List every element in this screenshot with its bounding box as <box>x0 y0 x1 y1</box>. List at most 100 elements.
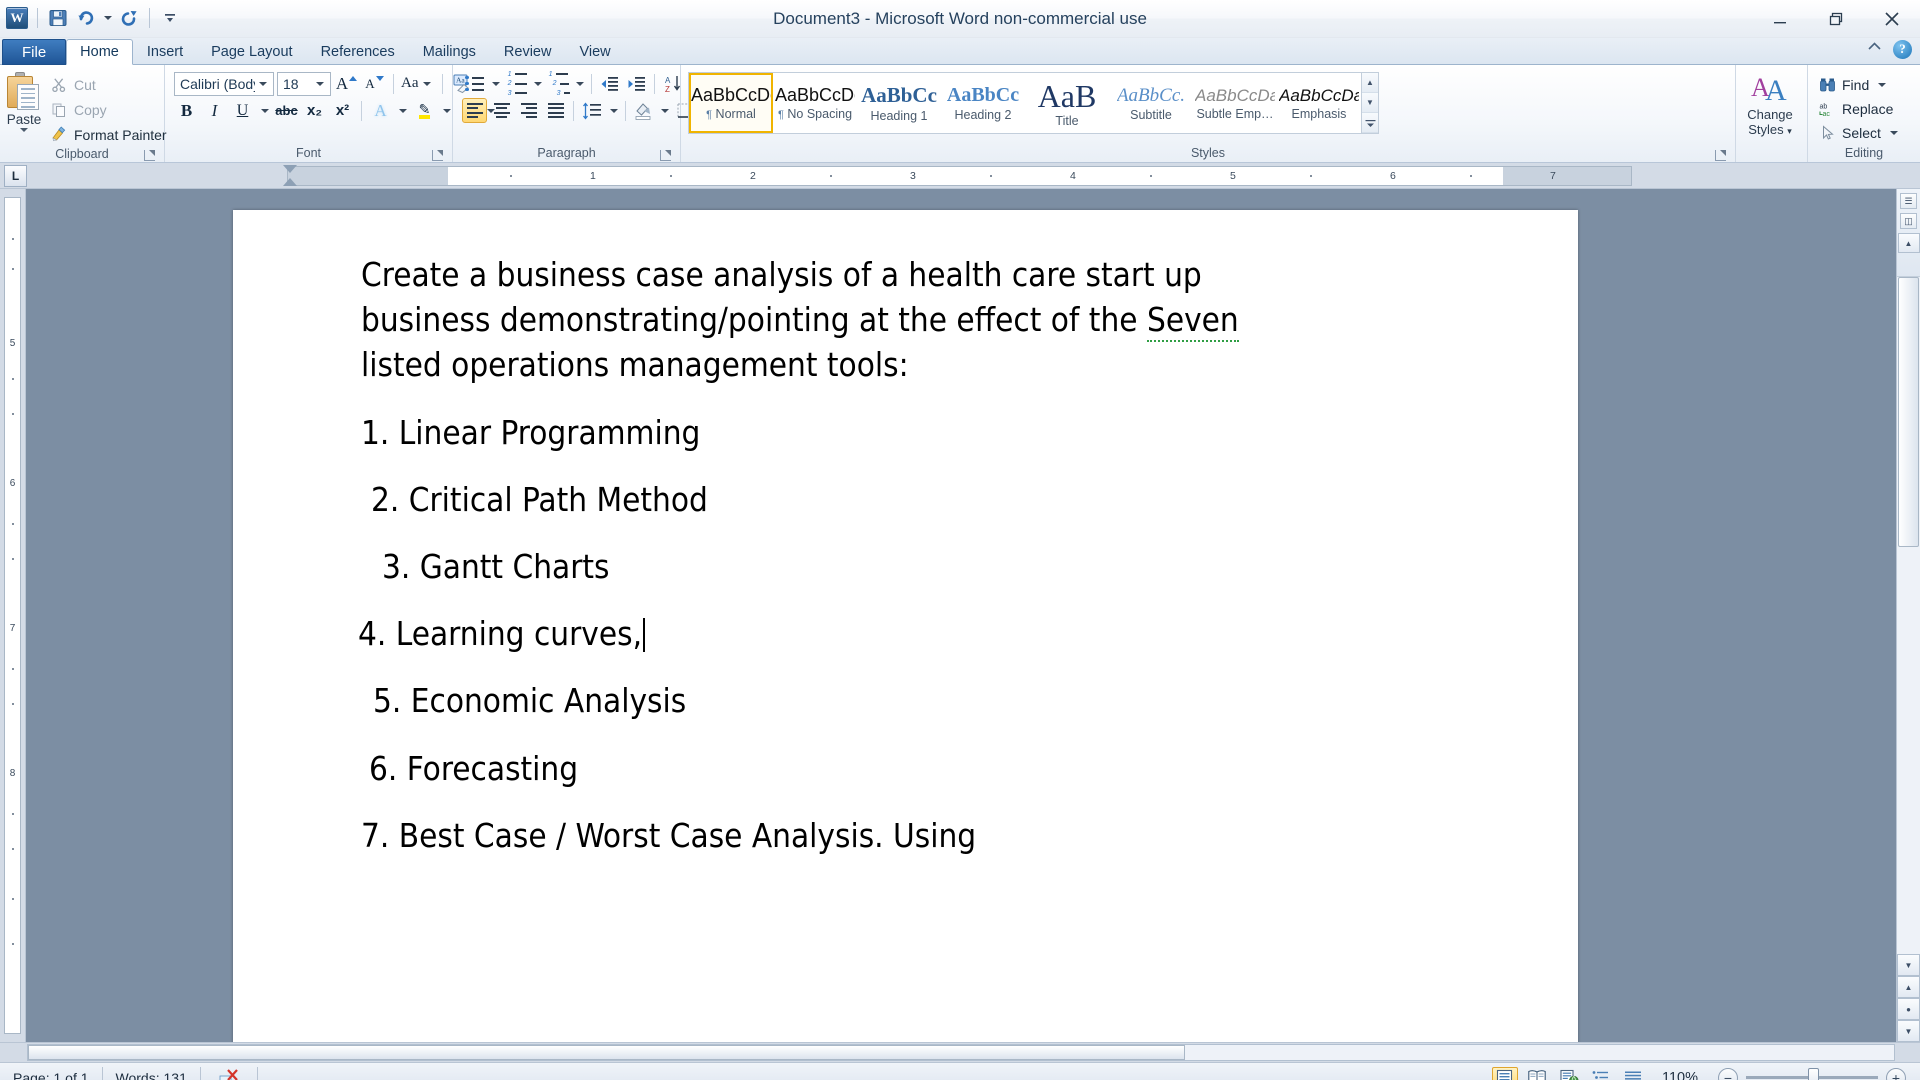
align-left-icon[interactable] <box>462 98 487 123</box>
minimize-button[interactable] <box>1752 0 1808 38</box>
text-effects-dropdown-icon[interactable] <box>396 98 409 123</box>
web-layout-view-button[interactable] <box>1556 1067 1582 1080</box>
find-dropdown-icon[interactable] <box>1878 83 1887 87</box>
document-canvas[interactable]: Create a business case analysis of a hea… <box>26 189 1896 1042</box>
vertical-scroll-track[interactable] <box>1897 277 1920 954</box>
justify-icon[interactable] <box>543 98 568 123</box>
select-browse-object-button[interactable]: ● <box>1897 998 1920 1020</box>
font-size-combo[interactable]: 18 <box>277 71 331 96</box>
split-window-icon[interactable]: ☰ <box>1900 193 1917 209</box>
shading-icon[interactable] <box>631 98 656 123</box>
font-family-combo[interactable]: Calibri (Body) <box>174 71 274 96</box>
zoom-slider-thumb[interactable] <box>1808 1068 1819 1080</box>
font-dialog-launcher[interactable] <box>432 150 443 161</box>
select-dropdown-icon[interactable] <box>1889 131 1898 135</box>
styles-dialog-launcher[interactable] <box>1715 150 1726 161</box>
tab-file[interactable]: File <box>2 39 67 65</box>
tab-review[interactable]: Review <box>490 39 566 65</box>
vertical-scroll-thumb[interactable] <box>1898 277 1919 547</box>
zoom-slider[interactable]: − + <box>1718 1067 1906 1080</box>
paste-button[interactable]: Paste <box>5 70 43 132</box>
next-page-button[interactable]: ▼ <box>1897 1020 1920 1042</box>
scroll-up-button[interactable]: ▲ <box>1897 233 1920 253</box>
close-button[interactable] <box>1864 0 1920 38</box>
tab-stop-selector[interactable]: L <box>4 164 27 187</box>
highlight-dropdown-icon[interactable] <box>440 98 453 123</box>
multilevel-dropdown-icon[interactable] <box>573 71 586 96</box>
underline-button[interactable]: U <box>230 98 255 123</box>
document-page[interactable]: Create a business case analysis of a hea… <box>233 210 1578 1042</box>
proofing-errors-icon[interactable] <box>201 1066 258 1080</box>
style-heading-2[interactable]: AaBbCc Heading 2 <box>941 73 1025 133</box>
numbering-dropdown-icon[interactable] <box>531 71 544 96</box>
previous-page-button[interactable]: ▲ <box>1897 976 1920 998</box>
styles-more-button[interactable] <box>1362 113 1378 133</box>
tab-page-layout[interactable]: Page Layout <box>197 39 306 65</box>
change-styles-button[interactable]: A A Change Styles ▾ <box>1741 70 1799 139</box>
zoom-level-label[interactable]: 110% <box>1652 1070 1706 1080</box>
paragraph-dialog-launcher[interactable] <box>660 150 671 161</box>
horizontal-scroll-thumb[interactable] <box>28 1045 1185 1060</box>
styles-scroll-down-button[interactable]: ▼ <box>1362 93 1378 113</box>
style-subtitle[interactable]: AaBbCc. Subtitle <box>1109 73 1193 133</box>
redo-icon[interactable] <box>116 5 142 31</box>
shrink-font-button[interactable]: A <box>362 71 387 96</box>
style-heading-1[interactable]: AaBbCс Heading 1 <box>857 73 941 133</box>
customize-qat-icon[interactable] <box>157 5 183 31</box>
line-spacing-icon[interactable] <box>579 98 605 123</box>
text-highlight-button[interactable]: ✎ <box>412 98 437 123</box>
cut-button[interactable]: Cut <box>47 72 173 97</box>
multilevel-list-icon[interactable]: 1 2 3 <box>546 71 571 97</box>
italic-button[interactable]: I <box>202 98 227 123</box>
outline-view-button[interactable] <box>1588 1067 1614 1080</box>
word-app-logo[interactable]: W <box>4 5 30 31</box>
tab-mailings[interactable]: Mailings <box>409 39 490 65</box>
maximize-restore-button[interactable] <box>1808 0 1864 38</box>
save-icon[interactable] <box>45 5 71 31</box>
copy-button[interactable]: Copy <box>47 97 173 122</box>
style-title[interactable]: AaB Title <box>1025 73 1109 133</box>
styles-scroll-up-button[interactable]: ▲ <box>1362 73 1378 93</box>
style-no-spacing[interactable]: AaBbCcDc ¶ No Spacing <box>773 73 857 133</box>
minimize-ribbon-icon[interactable] <box>1866 38 1883 60</box>
bullets-dropdown-icon[interactable] <box>489 71 502 96</box>
tab-home[interactable]: Home <box>66 39 133 65</box>
style-emphasis[interactable]: AaBbCcDa Emphasis <box>1277 73 1361 133</box>
vertical-scrollbar[interactable]: ☰ ◫ ▲ ▼ ▲ ● ▼ <box>1896 189 1920 1042</box>
horizontal-scroll-track[interactable] <box>27 1044 1895 1061</box>
first-line-indent-marker[interactable] <box>283 165 297 173</box>
scroll-down-button[interactable]: ▼ <box>1897 954 1920 976</box>
line-spacing-dropdown-icon[interactable] <box>607 98 620 123</box>
clipboard-dialog-launcher[interactable] <box>144 150 155 161</box>
horizontal-ruler[interactable]: 1 2 3 4 5 6 7 <box>287 165 1632 186</box>
word-count-status[interactable]: Words: 131 <box>103 1066 201 1080</box>
vertical-ruler[interactable]: 5 6 7 8 <box>0 189 26 1042</box>
underline-dropdown-icon[interactable] <box>258 98 271 123</box>
full-screen-reading-view-button[interactable] <box>1524 1067 1550 1080</box>
style-subtle-emphasis[interactable]: AaBbCcDa Subtle Emp… <box>1193 73 1277 133</box>
tab-insert[interactable]: Insert <box>133 39 197 65</box>
superscript-button[interactable]: x² <box>330 98 355 123</box>
zoom-slider-track[interactable] <box>1746 1068 1878 1080</box>
decrease-indent-icon[interactable] <box>597 71 622 96</box>
undo-icon[interactable] <box>73 5 99 31</box>
change-case-button[interactable]: Aa <box>400 71 436 96</box>
document-text[interactable]: Create a business case analysis of a hea… <box>358 252 1518 858</box>
tab-references[interactable]: References <box>307 39 409 65</box>
bullets-icon[interactable] <box>462 71 487 96</box>
ruler-toggle-icon[interactable]: ◫ <box>1900 213 1917 229</box>
subscript-button[interactable]: x₂ <box>302 98 327 123</box>
zoom-out-button[interactable]: − <box>1718 1067 1738 1080</box>
draft-view-button[interactable] <box>1620 1067 1646 1080</box>
numbering-icon[interactable]: 1 2 3 <box>504 71 529 97</box>
select-button[interactable]: Select <box>1813 121 1907 145</box>
style-normal[interactable]: AaBbCcDc ¶ Normal <box>689 73 773 133</box>
shading-dropdown-icon[interactable] <box>658 98 671 123</box>
replace-button[interactable]: ab ac Replace <box>1813 97 1907 121</box>
align-center-icon[interactable] <box>489 98 514 123</box>
undo-dropdown-icon[interactable] <box>101 5 114 31</box>
tab-view[interactable]: View <box>565 39 624 65</box>
help-icon[interactable]: ? <box>1893 39 1912 59</box>
bold-button[interactable]: B <box>174 98 199 123</box>
find-button[interactable]: Find <box>1813 73 1907 97</box>
